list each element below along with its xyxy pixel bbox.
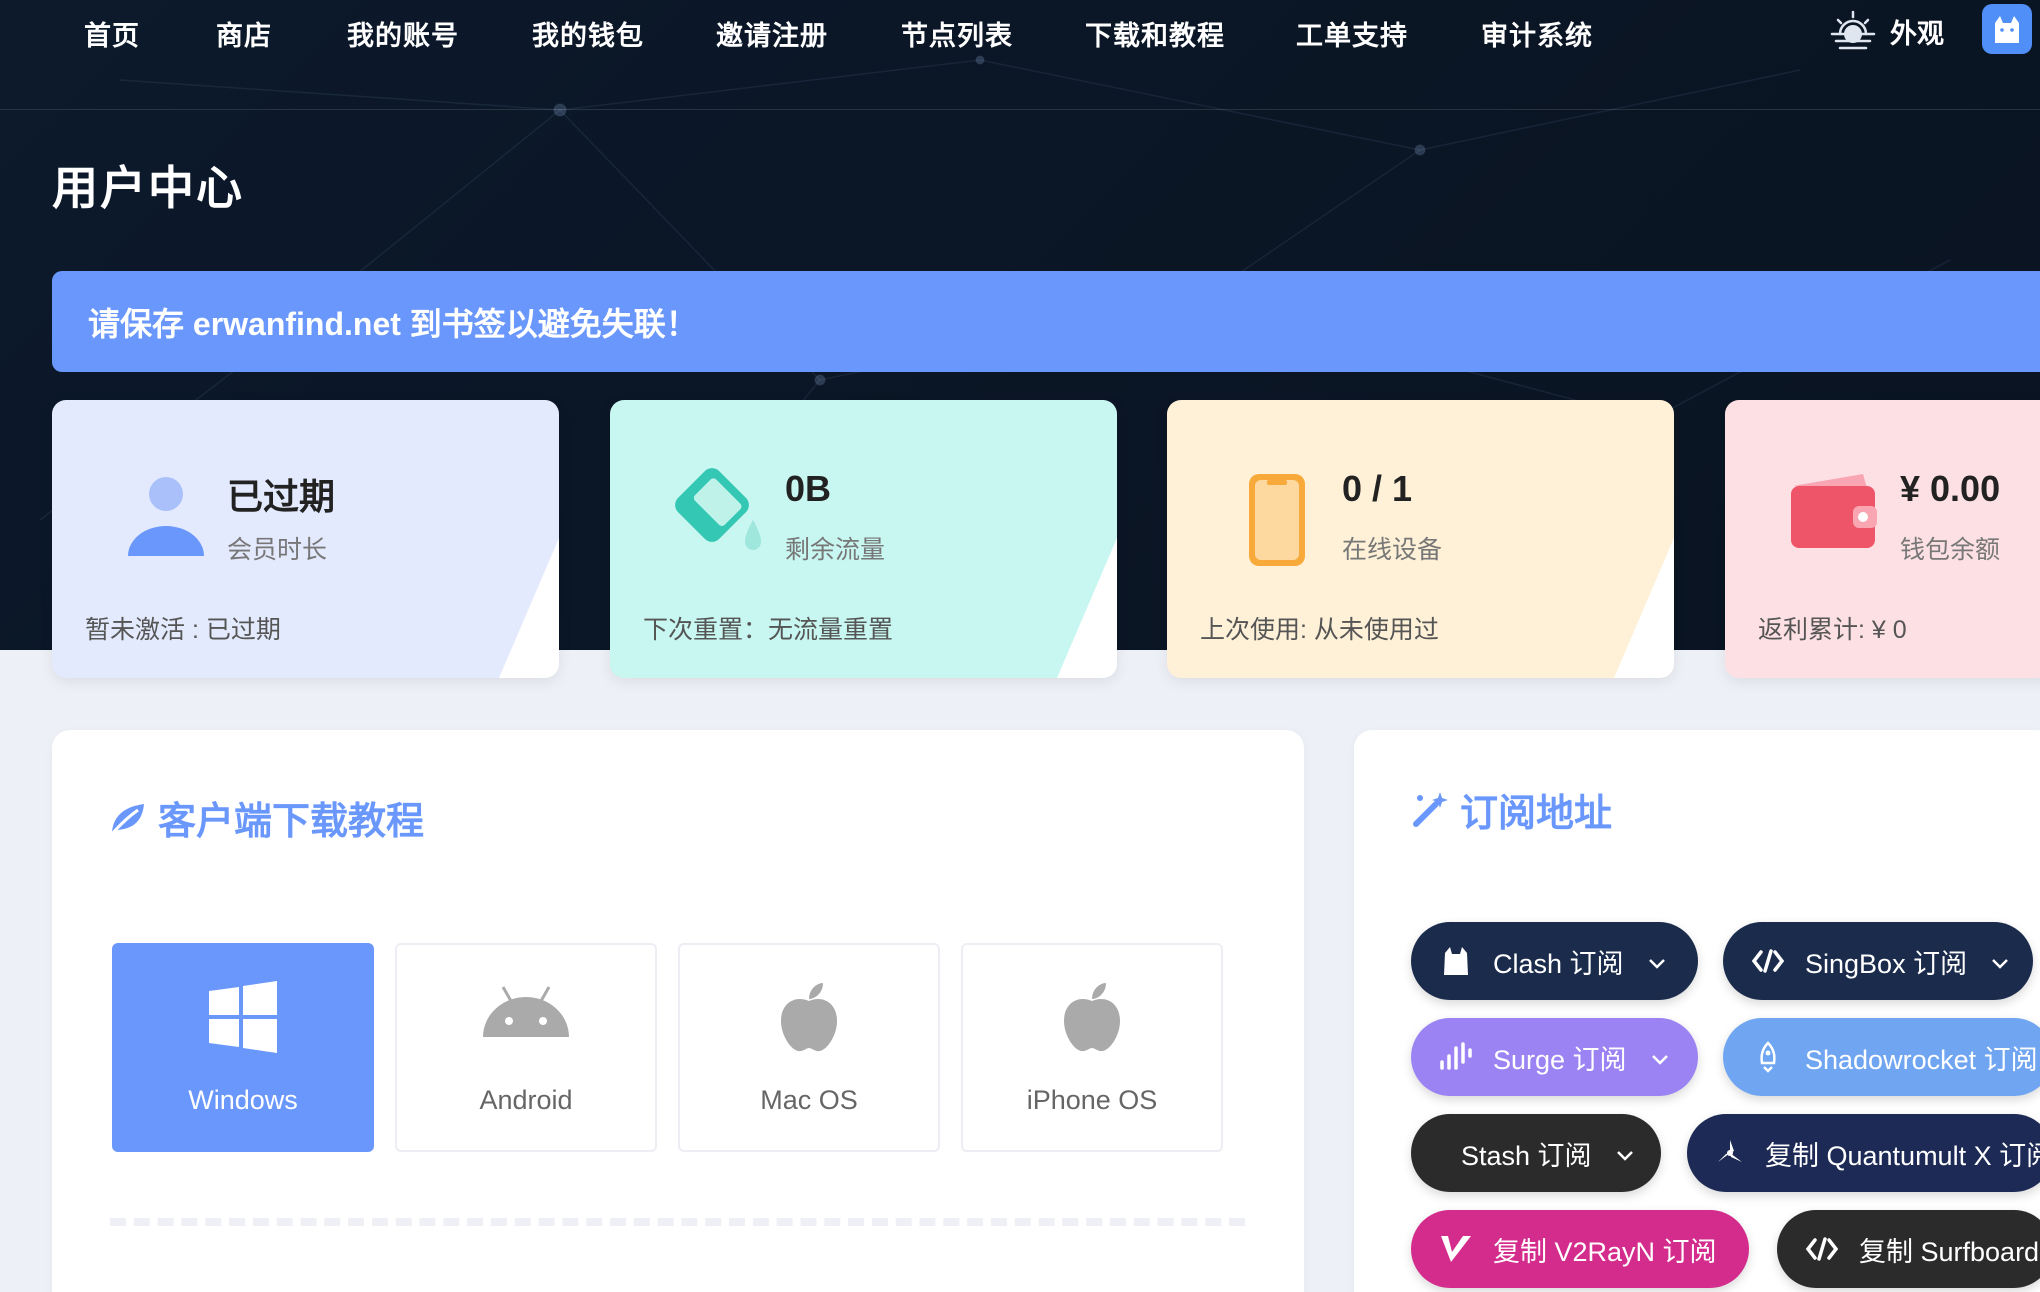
user-avatar[interactable] [1982,4,2032,54]
card-corner-decoration [499,538,559,678]
traffic-label: 剩余流量 [785,536,886,564]
os-label-iphone-os: iPhone OS [1026,1085,1158,1115]
rocket-icon [1760,1041,1776,1073]
page-title: 用户中心 [52,162,244,214]
membership-card: 已过期 会员时长 暂未激活 : 已过期 [52,400,559,678]
sunrise-icon [1830,10,1876,50]
nav-invite[interactable]: 邀请注册 [716,14,828,53]
phone-icon [1227,470,1327,570]
subscribe-panel-title-text: 订阅地址 [1460,793,1613,835]
clash-subscribe-button[interactable]: Clash 订阅 [1411,922,1698,1000]
traffic-card: 0B 剩余流量 下次重置：无流量重置 [610,400,1117,678]
appearance-toggle[interactable]: 外观 [1830,8,1944,54]
shadowrocket-subscribe-button[interactable]: Shadowrocket 订阅 [1723,1018,2040,1096]
apple-icon [781,983,837,1052]
alert-text: 请保存 erwanfind.net 到书签以避免失联！ [88,305,698,342]
code-icon [1751,949,1785,973]
surfboard-copy-button[interactable]: 复制 Surfboard [1777,1210,2040,1288]
chevron-down-icon [1651,1054,1668,1065]
os-label-macos: Mac OS [760,1085,858,1115]
os-tile-windows[interactable]: Windows [112,943,374,1152]
wallet-foot: 返利累计: ¥ 0 [1758,616,1907,644]
singbox-subscribe-label: SingBox 订阅 [1805,948,1968,979]
cat-icon [1444,947,1468,975]
membership-value: 已过期 [227,476,336,517]
stash-subscribe-button[interactable]: Stash 订阅 [1411,1114,1661,1192]
code-icon [1805,1237,1839,1261]
wallet-value: ¥ 0.00 [1900,468,2001,509]
os-tile-macos[interactable]: Mac OS [678,943,940,1152]
nav-shop[interactable]: 商店 [216,14,272,53]
water-bucket-icon [665,462,765,562]
traffic-value: 0B [785,468,832,509]
v2rayn-copy-button[interactable]: 复制 V2RayN 订阅 [1411,1210,1749,1288]
apple-icon [1064,983,1120,1052]
nav-node-list[interactable]: 节点列表 [901,14,1013,53]
soundwave-icon [1440,1042,1472,1070]
membership-foot: 暂未激活 : 已过期 [85,616,281,644]
user-icon [112,470,212,570]
devices-card: 0 / 1 在线设备 上次使用: 从未使用过 [1167,400,1674,678]
os-label-windows: Windows [188,1085,298,1115]
appearance-label: 外观 [1890,18,1944,49]
card-corner-decoration [1057,538,1117,678]
membership-label: 会员时长 [227,536,328,564]
nav-my-account[interactable]: 我的账号 [347,14,459,53]
devices-foot: 上次使用: 从未使用过 [1200,616,1439,644]
cat-avatar-icon [1995,16,2019,43]
nav-ticket-support[interactable]: 工单支持 [1296,14,1408,53]
bookmark-alert: 请保存 erwanfind.net 到书签以避免失联！ [52,271,2040,372]
os-tile-iphone-os[interactable]: iPhone OS [961,943,1223,1152]
os-tile-android[interactable]: Android [395,943,657,1152]
surge-subscribe-label: Surge 订阅 [1493,1044,1627,1075]
nav-audit-system[interactable]: 审计系统 [1481,14,1593,53]
traffic-foot: 下次重置：无流量重置 [643,616,894,644]
nav-my-wallet[interactable]: 我的钱包 [532,14,644,53]
v2rayn-copy-label: 复制 V2RayN 订阅 [1493,1236,1717,1267]
chevron-down-icon [1648,958,1665,969]
singbox-subscribe-button[interactable]: SingBox 订阅 [1723,922,2033,1000]
quantumult-x-copy-button[interactable]: 复制 Quantumult X 订阅 [1687,1114,2040,1192]
nav-download-tutorials[interactable]: 下载和教程 [1085,14,1225,53]
nav-home[interactable]: 首页 [84,14,140,53]
stash-subscribe-label: Stash 订阅 [1461,1140,1592,1171]
magic-wand-icon [1413,791,1448,827]
quantumult-x-copy-label: 复制 Quantumult X 订阅 [1765,1140,2040,1171]
leaf-icon [110,803,144,835]
subscribe-panel: 订阅地址 [1354,730,2040,1292]
top-navigation: 首页 商店 我的账号 我的钱包 邀请注册 节点列表 下载和教程 工单支持 审计系… [0,0,2040,110]
os-label-android: Android [479,1085,573,1115]
clash-subscribe-label: Clash 订阅 [1493,948,1624,979]
surge-subscribe-button[interactable]: Surge 订阅 [1411,1018,1698,1096]
card-corner-decoration [1614,538,1674,678]
chevron-down-icon [1616,1150,1633,1161]
devices-label: 在线设备 [1342,536,1443,564]
android-icon [483,986,569,1037]
fan-icon [1718,1140,1742,1162]
windows-icon [209,981,277,1053]
devices-value: 0 / 1 [1342,468,1413,509]
subscribe-panel-title: 订阅地址 [1410,782,1612,837]
wallet-label: 钱包余额 [1900,536,2001,564]
wallet-icon [1783,462,1883,562]
wallet-card: ¥ 0.00 钱包余额 返利累计: ¥ 0 [1725,400,2040,678]
download-panel-title: 客户端下载教程 [108,790,424,845]
shadowrocket-subscribe-label: Shadowrocket 订阅 [1805,1044,2038,1075]
chevron-down-icon [1992,958,2008,969]
surfboard-copy-label: 复制 Surfboard [1859,1236,2040,1267]
v-logo-icon [1441,1236,1471,1262]
divider [110,1218,1245,1226]
download-panel-title-text: 客户端下载教程 [158,801,425,843]
